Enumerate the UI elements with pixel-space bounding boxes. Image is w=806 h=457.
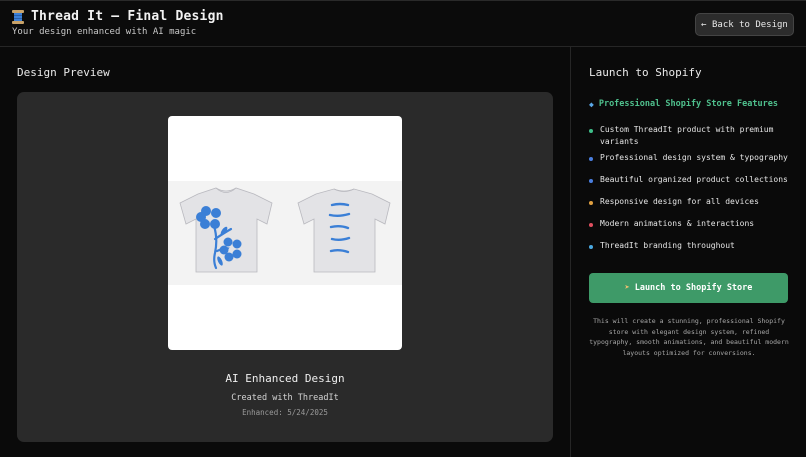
list-item: Responsive design for all devices [589, 196, 794, 208]
page-title: Thread It – Final Design [31, 9, 224, 24]
bullet-dot-icon [589, 129, 593, 133]
features-heading: ◆ Professional Shopify Store Features [589, 99, 778, 109]
list-item: Beautiful organized product collections [589, 174, 794, 186]
created-with-label: Created with ThreadIt [231, 393, 339, 403]
list-item: Custom ThreadIt product with premium var… [589, 124, 794, 148]
launch-button-label: Launch to Shopify Store [634, 283, 753, 293]
launch-shopify-store-button[interactable]: ➤ Launch to Shopify Store [589, 273, 788, 303]
back-to-design-button[interactable]: ← Back to Design [695, 13, 794, 36]
features-title: Professional Shopify Store Features [598, 99, 778, 109]
front-tshirt [179, 187, 273, 273]
tshirt-mockup-graphic [179, 187, 391, 273]
tshirt-mockup [168, 181, 402, 285]
top-bar: Thread It – Final Design Your design enh… [0, 0, 806, 47]
feature-text: Custom ThreadIt product with premium var… [600, 125, 774, 146]
bullet-dot-icon [589, 201, 593, 205]
feature-text: Beautiful organized product collections [600, 175, 788, 184]
bullet-dot-icon [589, 223, 593, 227]
launch-note: This will create a stunning, professiona… [589, 317, 789, 357]
bullet-dot-icon [589, 245, 593, 249]
feature-text: Modern animations & interactions [600, 219, 755, 228]
design-image [168, 116, 402, 350]
launch-to-shopify-title: Launch to Shopify [589, 66, 702, 79]
list-item: ThreadIt branding throughout [589, 240, 794, 252]
preview-card: AI Enhanced Design Created with ThreadIt… [17, 92, 553, 442]
rocket-icon: ➤ [624, 283, 630, 293]
list-item: Professional design system & typography [589, 152, 794, 164]
page-subtitle: Your design enhanced with AI magic [12, 27, 197, 37]
back-tshirt [297, 188, 391, 273]
feature-text: ThreadIt branding throughout [600, 241, 735, 250]
spool-of-thread-icon [12, 9, 24, 24]
design-name: AI Enhanced Design [225, 372, 345, 385]
bullet-dot-icon [589, 157, 593, 161]
design-preview-panel: Design Preview AI Enhanced Design Create… [0, 47, 571, 457]
bullet-dot-icon [589, 179, 593, 183]
feature-text: Professional design system & typography [600, 153, 788, 162]
design-preview-title: Design Preview [17, 66, 110, 79]
feature-list: Custom ThreadIt product with premium var… [589, 124, 794, 252]
gem-icon: ◆ [589, 99, 594, 109]
enhanced-date: Enhanced: 5/24/2025 [242, 408, 328, 417]
app-title: Thread It – Final Design [12, 9, 224, 24]
shopify-panel: Launch to Shopify ◆ Professional Shopify… [572, 47, 806, 457]
feature-text: Responsive design for all devices [600, 197, 759, 206]
list-item: Modern animations & interactions [589, 218, 794, 230]
